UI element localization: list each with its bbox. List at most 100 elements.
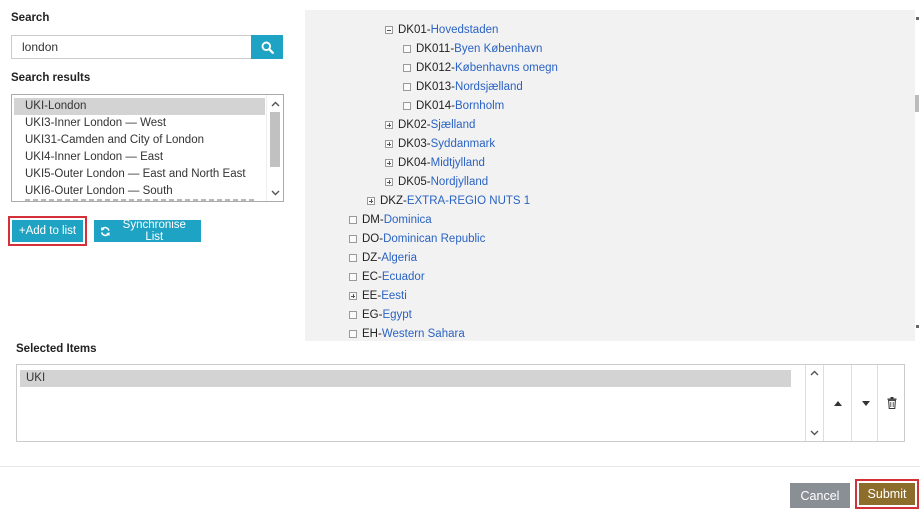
delete-button[interactable] [877,365,905,441]
tree-scroll-marker [916,17,919,20]
scroll-down-icon[interactable] [267,184,283,201]
refresh-icon [100,226,110,236]
tree-node-link[interactable]: Bornholm [455,100,504,112]
tree-node-link[interactable]: Algeria [381,252,417,264]
tree-node[interactable]: EE-Eesti [349,287,407,305]
tree-node-link[interactable]: Dominican Republic [383,233,485,245]
tree-node-code: DKZ [380,195,403,207]
tree-node-code: DK03 [398,138,427,150]
results-label: Search results [11,72,91,84]
footer-divider [0,466,920,467]
selected-items-box[interactable]: UKI [16,364,905,442]
tree-scroll-marker [916,325,919,328]
leaf-checkbox-icon[interactable] [349,234,357,243]
tree-node[interactable]: DM-Dominica [349,211,432,229]
tree-node-code: EC [362,271,378,283]
expand-icon[interactable] [367,196,375,205]
results-scrollbar[interactable] [266,95,283,201]
tree-node-link[interactable]: Nordjylland [431,176,489,188]
leaf-checkbox-icon[interactable] [349,272,357,281]
submit-highlight: Submit [855,479,919,509]
region-tree[interactable]: DK01-Hovedstaden DK011-Byen København DK01… [305,10,915,341]
tree-node[interactable]: DK013-Nordsjælland [403,78,523,96]
tree-node-code: DK04 [398,157,427,169]
tree-node[interactable]: DO-Dominican Republic [349,230,485,248]
tree-node-link[interactable]: Dominica [384,214,432,226]
search-results-list[interactable]: UKI-London UKI3-Inner London — West UKI31-… [11,94,284,202]
leaf-checkbox-icon[interactable] [349,329,357,338]
tree-node[interactable]: DK05-Nordjylland [385,173,488,191]
tree-node-link[interactable]: Nordsjælland [455,81,523,93]
tree-node-link[interactable]: Midtjylland [431,157,485,169]
move-down-button[interactable] [851,365,879,441]
tree-node[interactable]: DKZ-EXTRA-REGIO NUTS 1 [367,192,530,210]
tree-node-link[interactable]: Egypt [382,309,411,321]
search-input[interactable] [11,35,251,59]
submit-button[interactable]: Submit [859,483,915,505]
tree-node-code: DK013 [416,81,452,93]
scroll-up-icon[interactable] [267,95,283,112]
add-to-list-button[interactable]: +Add to list [12,220,83,242]
tree-scroll-thumb[interactable] [915,95,919,112]
tree-node[interactable]: DK012-Københavns omegn [403,59,558,77]
search-result-item[interactable]: UKI3-Inner London — West [14,115,265,132]
move-up-button[interactable] [823,365,851,441]
tree-node[interactable]: DK01-Hovedstaden [385,21,498,39]
search-result-item[interactable]: UKI31-Camden and City of London [14,132,265,149]
tree-node-code: EE [362,290,378,302]
expand-icon[interactable] [385,120,393,129]
tree-node-link[interactable]: Byen København [454,43,542,55]
tree-node-code: DK05 [398,176,427,188]
tree-node-link[interactable]: Sjælland [431,119,476,131]
tree-node[interactable]: DK03-Syddanmark [385,135,495,153]
search-result-item[interactable]: UKI6-Outer London — South [14,183,265,200]
tree-node-link[interactable]: Københavns omegn [455,62,558,74]
caret-down-icon [861,400,870,406]
tree-node[interactable]: DK011-Byen København [403,40,542,58]
tree-node-link[interactable]: EXTRA-REGIO NUTS 1 [407,195,530,207]
search-button[interactable] [251,35,283,59]
collapse-icon[interactable] [385,25,393,34]
leaf-checkbox-icon[interactable] [349,253,357,262]
expand-icon[interactable] [349,291,357,300]
leaf-checkbox-icon[interactable] [403,44,411,53]
search-result-item[interactable]: UKI4-Inner London — East [14,149,265,166]
tree-node[interactable]: EH-Western Sahara [349,325,465,341]
scroll-thumb[interactable] [270,112,280,167]
scroll-down-icon[interactable] [806,430,823,436]
expand-icon[interactable] [385,158,393,167]
tree-node[interactable]: EG-Egypt [349,306,412,324]
tree-node-link[interactable]: Ecuador [382,271,425,283]
tree-node-link[interactable]: Hovedstaden [431,24,499,36]
expand-icon[interactable] [385,139,393,148]
tree-node[interactable]: DK014-Bornholm [403,97,504,115]
tree-node-code: DO [362,233,380,245]
leaf-checkbox-icon[interactable] [349,310,357,319]
synchronise-list-button[interactable]: Synchronise List [94,219,201,243]
tree-node[interactable]: DZ-Algeria [349,249,417,267]
selected-item[interactable]: UKI [20,370,791,387]
search-result-item[interactable]: UKI-London [14,98,265,115]
selected-scrollbar[interactable] [805,365,823,441]
leaf-checkbox-icon[interactable] [403,101,411,110]
search-icon [261,41,274,54]
tree-node-link[interactable]: Syddanmark [431,138,496,150]
add-to-list-highlight: +Add to list [8,216,87,246]
cancel-button[interactable]: Cancel [790,483,850,508]
expand-icon[interactable] [385,177,393,186]
tree-node-code: DZ [362,252,378,264]
search-label: Search [11,12,50,24]
leaf-checkbox-icon[interactable] [349,215,357,224]
tree-node[interactable]: DK02-Sjælland [385,116,475,134]
leaf-checkbox-icon[interactable] [403,82,411,91]
tree-node[interactable]: DK04-Midtjylland [385,154,485,172]
tree-node-link[interactable]: Eesti [381,290,407,302]
leaf-checkbox-icon[interactable] [403,63,411,72]
tree-node[interactable]: EC-Ecuador [349,268,425,286]
selected-items-label: Selected Items [16,343,97,355]
tree-node-link[interactable]: Western Sahara [382,328,465,340]
search-result-item[interactable]: UKI5-Outer London — East and North East [14,166,265,183]
tree-node-code: DK01 [398,24,427,36]
partial-list-item [25,199,255,201]
scroll-up-icon[interactable] [806,370,823,376]
